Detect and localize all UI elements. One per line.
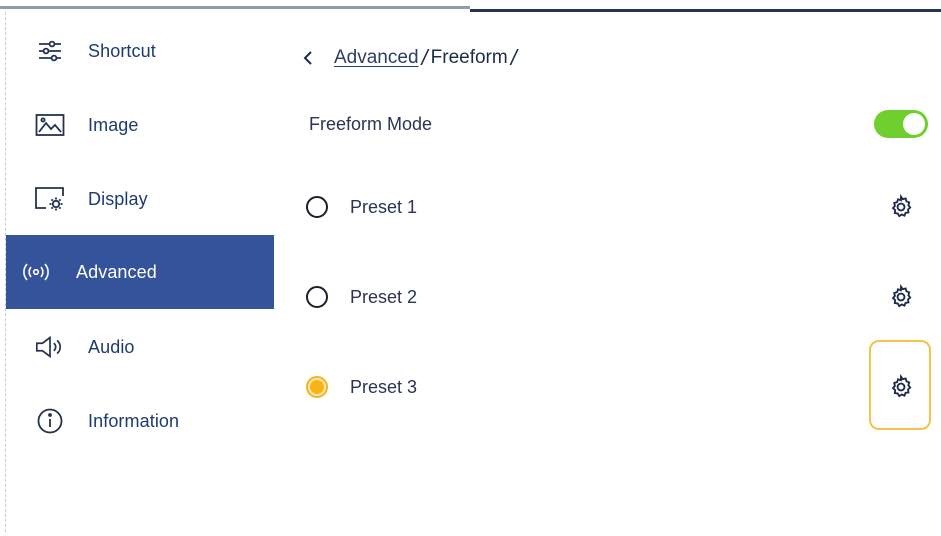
preset-1-settings-button[interactable] [886, 192, 916, 222]
breadcrumb-separator: / [421, 45, 428, 70]
top-edge-strip [0, 0, 470, 12]
info-icon [34, 407, 66, 435]
chevron-left-icon [303, 51, 312, 65]
radio-checked [306, 376, 328, 398]
sidebar-item-label: Audio [88, 336, 135, 357]
preset-1-radio[interactable]: Preset 1 [306, 192, 417, 222]
preset-2-radio[interactable]: Preset 2 [306, 282, 417, 312]
preset-label: Preset 2 [350, 286, 418, 307]
preset-3-settings-button[interactable] [886, 372, 916, 402]
display-settings-icon [34, 185, 66, 213]
toggle-knob [903, 113, 925, 135]
speaker-icon [34, 333, 66, 361]
sidebar-nav: Shortcut Image Display Advanced Audio In… [6, 14, 274, 434]
radio-unchecked [306, 286, 328, 308]
sidebar-item-image[interactable]: Image [6, 88, 274, 162]
radio-dot [310, 380, 324, 394]
sidebar-item-audio[interactable]: Audio [6, 310, 274, 384]
gear-icon [891, 374, 912, 398]
breadcrumb-current: Freeform [430, 47, 508, 68]
preset-3-radio[interactable]: Preset 3 [306, 372, 417, 402]
back-button[interactable] [298, 46, 318, 70]
preset-label: Preset 3 [350, 376, 418, 397]
sidebar-item-label: Shortcut [88, 40, 156, 61]
preset-label: Preset 1 [350, 196, 418, 217]
freeform-mode-label: Freeform Mode [309, 114, 433, 134]
broadcast-icon [20, 258, 52, 286]
sidebar-item-shortcut[interactable]: Shortcut [6, 14, 274, 88]
sidebar-item-label: Display [88, 188, 148, 209]
top-divider [470, 9, 941, 12]
image-icon [34, 111, 66, 139]
freeform-mode-toggle[interactable] [874, 110, 928, 138]
breadcrumb-link-advanced[interactable]: Advanced [334, 47, 419, 69]
radio-unchecked [306, 196, 328, 218]
sidebar-item-label: Advanced [76, 261, 157, 282]
sliders-icon [34, 37, 66, 65]
breadcrumb: Advanced / Freeform / [298, 44, 520, 72]
preset-2-settings-button[interactable] [886, 282, 916, 312]
sidebar-item-label: Information [88, 410, 180, 431]
gear-icon [891, 284, 912, 308]
breadcrumb-separator: / [510, 45, 517, 70]
gear-icon [891, 194, 912, 218]
sidebar-item-advanced[interactable]: Advanced [6, 235, 274, 309]
sidebar-item-information[interactable]: Information [6, 384, 274, 458]
sidebar-item-label: Image [88, 114, 139, 135]
sidebar-item-display[interactable]: Display [6, 162, 274, 236]
